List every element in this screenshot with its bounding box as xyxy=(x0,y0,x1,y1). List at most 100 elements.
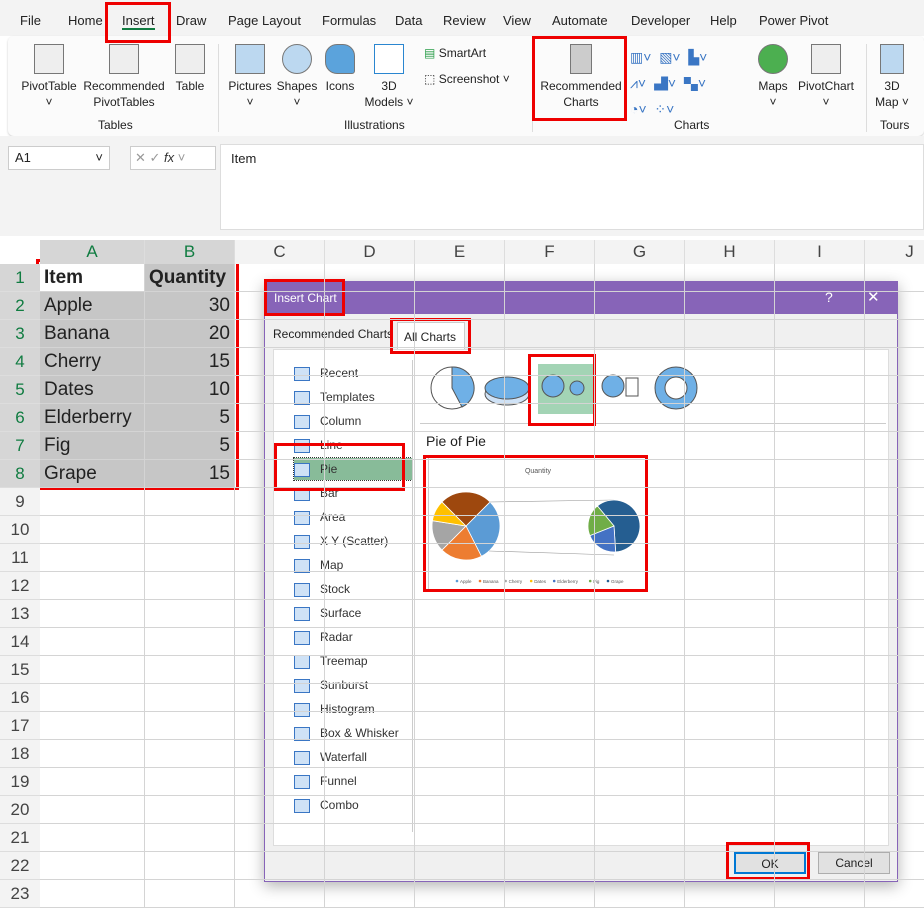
cell[interactable] xyxy=(685,432,775,460)
cell[interactable] xyxy=(685,404,775,432)
item-cell[interactable]: Fig xyxy=(40,432,145,460)
column-header-B[interactable]: B xyxy=(145,240,235,264)
cell[interactable] xyxy=(865,264,924,292)
cell[interactable] xyxy=(415,544,505,572)
cell[interactable] xyxy=(595,516,685,544)
menu-help[interactable]: Help xyxy=(710,13,737,28)
item-cell[interactable]: Banana xyxy=(40,320,145,348)
cell[interactable] xyxy=(595,544,685,572)
cell[interactable] xyxy=(235,460,325,488)
quantity-cell[interactable]: 20 xyxy=(145,320,235,348)
cell[interactable] xyxy=(325,600,415,628)
cell[interactable] xyxy=(415,824,505,852)
row-header-3[interactable]: 3 xyxy=(0,320,40,348)
cell[interactable] xyxy=(325,516,415,544)
cell[interactable] xyxy=(415,768,505,796)
cell[interactable] xyxy=(595,488,685,516)
cell[interactable] xyxy=(235,348,325,376)
cell[interactable] xyxy=(685,320,775,348)
cell[interactable] xyxy=(595,684,685,712)
item-cell[interactable]: Dates xyxy=(40,376,145,404)
quantity-cell[interactable]: 5 xyxy=(145,432,235,460)
cell[interactable] xyxy=(505,740,595,768)
quantity-cell[interactable]: 15 xyxy=(145,348,235,376)
cell[interactable] xyxy=(505,376,595,404)
pivotchart-button[interactable]: PivotChart ˅ xyxy=(794,44,858,110)
cell[interactable] xyxy=(505,320,595,348)
menu-view[interactable]: View xyxy=(503,13,531,28)
cell[interactable] xyxy=(595,600,685,628)
menu-automate[interactable]: Automate xyxy=(552,13,608,28)
pictures-button[interactable]: Pictures ˅ xyxy=(226,44,274,110)
cell[interactable] xyxy=(415,348,505,376)
cell[interactable] xyxy=(865,796,924,824)
maps-button[interactable]: Maps ˅ xyxy=(756,44,790,110)
row-header-11[interactable]: 11 xyxy=(0,544,40,572)
cell[interactable] xyxy=(775,320,865,348)
cell[interactable] xyxy=(325,768,415,796)
row-header-18[interactable]: 18 xyxy=(0,740,40,768)
item-cell[interactable]: Apple xyxy=(40,292,145,320)
cell[interactable] xyxy=(775,292,865,320)
cell[interactable] xyxy=(325,292,415,320)
cell[interactable] xyxy=(595,768,685,796)
cell[interactable] xyxy=(40,544,145,572)
cell[interactable] xyxy=(685,852,775,880)
cell[interactable] xyxy=(505,880,595,908)
icons-button[interactable]: Icons xyxy=(320,44,360,94)
column-header-H[interactable]: H xyxy=(685,240,775,264)
cell[interactable] xyxy=(865,768,924,796)
cell[interactable] xyxy=(685,460,775,488)
cell[interactable] xyxy=(595,292,685,320)
cell[interactable] xyxy=(415,376,505,404)
cell[interactable] xyxy=(685,824,775,852)
cell[interactable] xyxy=(595,880,685,908)
cell[interactable] xyxy=(40,684,145,712)
cell[interactable] xyxy=(505,600,595,628)
row-header-1[interactable]: 1 xyxy=(0,264,40,292)
cell[interactable] xyxy=(235,292,325,320)
chart-type-buttons[interactable]: ▥˅ ▧˅ ▙˅ ⩘˅ ▟˅ ▚˅ ◔˅ ⁘˅ xyxy=(630,44,746,122)
cell[interactable] xyxy=(685,544,775,572)
cell[interactable] xyxy=(685,572,775,600)
cell[interactable] xyxy=(505,264,595,292)
cell[interactable] xyxy=(325,880,415,908)
cell[interactable] xyxy=(775,852,865,880)
cell[interactable] xyxy=(145,768,235,796)
menu-insert[interactable]: Insert xyxy=(122,13,155,30)
column-header-C[interactable]: C xyxy=(235,240,325,264)
cell[interactable] xyxy=(775,628,865,656)
formula-input[interactable]: Item xyxy=(220,144,924,230)
cell[interactable] xyxy=(325,656,415,684)
cell[interactable] xyxy=(415,740,505,768)
cell[interactable] xyxy=(865,292,924,320)
cell[interactable] xyxy=(865,824,924,852)
cell[interactable] xyxy=(505,404,595,432)
cell[interactable] xyxy=(145,852,235,880)
cell[interactable] xyxy=(325,348,415,376)
cell[interactable] xyxy=(865,600,924,628)
column-header-F[interactable]: F xyxy=(505,240,595,264)
cell[interactable] xyxy=(505,348,595,376)
cell[interactable] xyxy=(775,572,865,600)
cell[interactable] xyxy=(235,376,325,404)
cell[interactable] xyxy=(235,852,325,880)
row-header-15[interactable]: 15 xyxy=(0,656,40,684)
cell[interactable] xyxy=(40,740,145,768)
cell[interactable] xyxy=(145,684,235,712)
cell[interactable] xyxy=(235,572,325,600)
cell[interactable] xyxy=(415,320,505,348)
cell[interactable] xyxy=(235,404,325,432)
cell[interactable] xyxy=(145,628,235,656)
cell[interactable] xyxy=(235,712,325,740)
cell[interactable] xyxy=(505,796,595,824)
cell[interactable] xyxy=(415,572,505,600)
cell[interactable] xyxy=(415,516,505,544)
cell[interactable] xyxy=(235,600,325,628)
row-header-13[interactable]: 13 xyxy=(0,600,40,628)
cell[interactable] xyxy=(775,460,865,488)
cell[interactable] xyxy=(595,320,685,348)
cell[interactable] xyxy=(415,712,505,740)
cell[interactable] xyxy=(505,432,595,460)
cell[interactable] xyxy=(775,516,865,544)
